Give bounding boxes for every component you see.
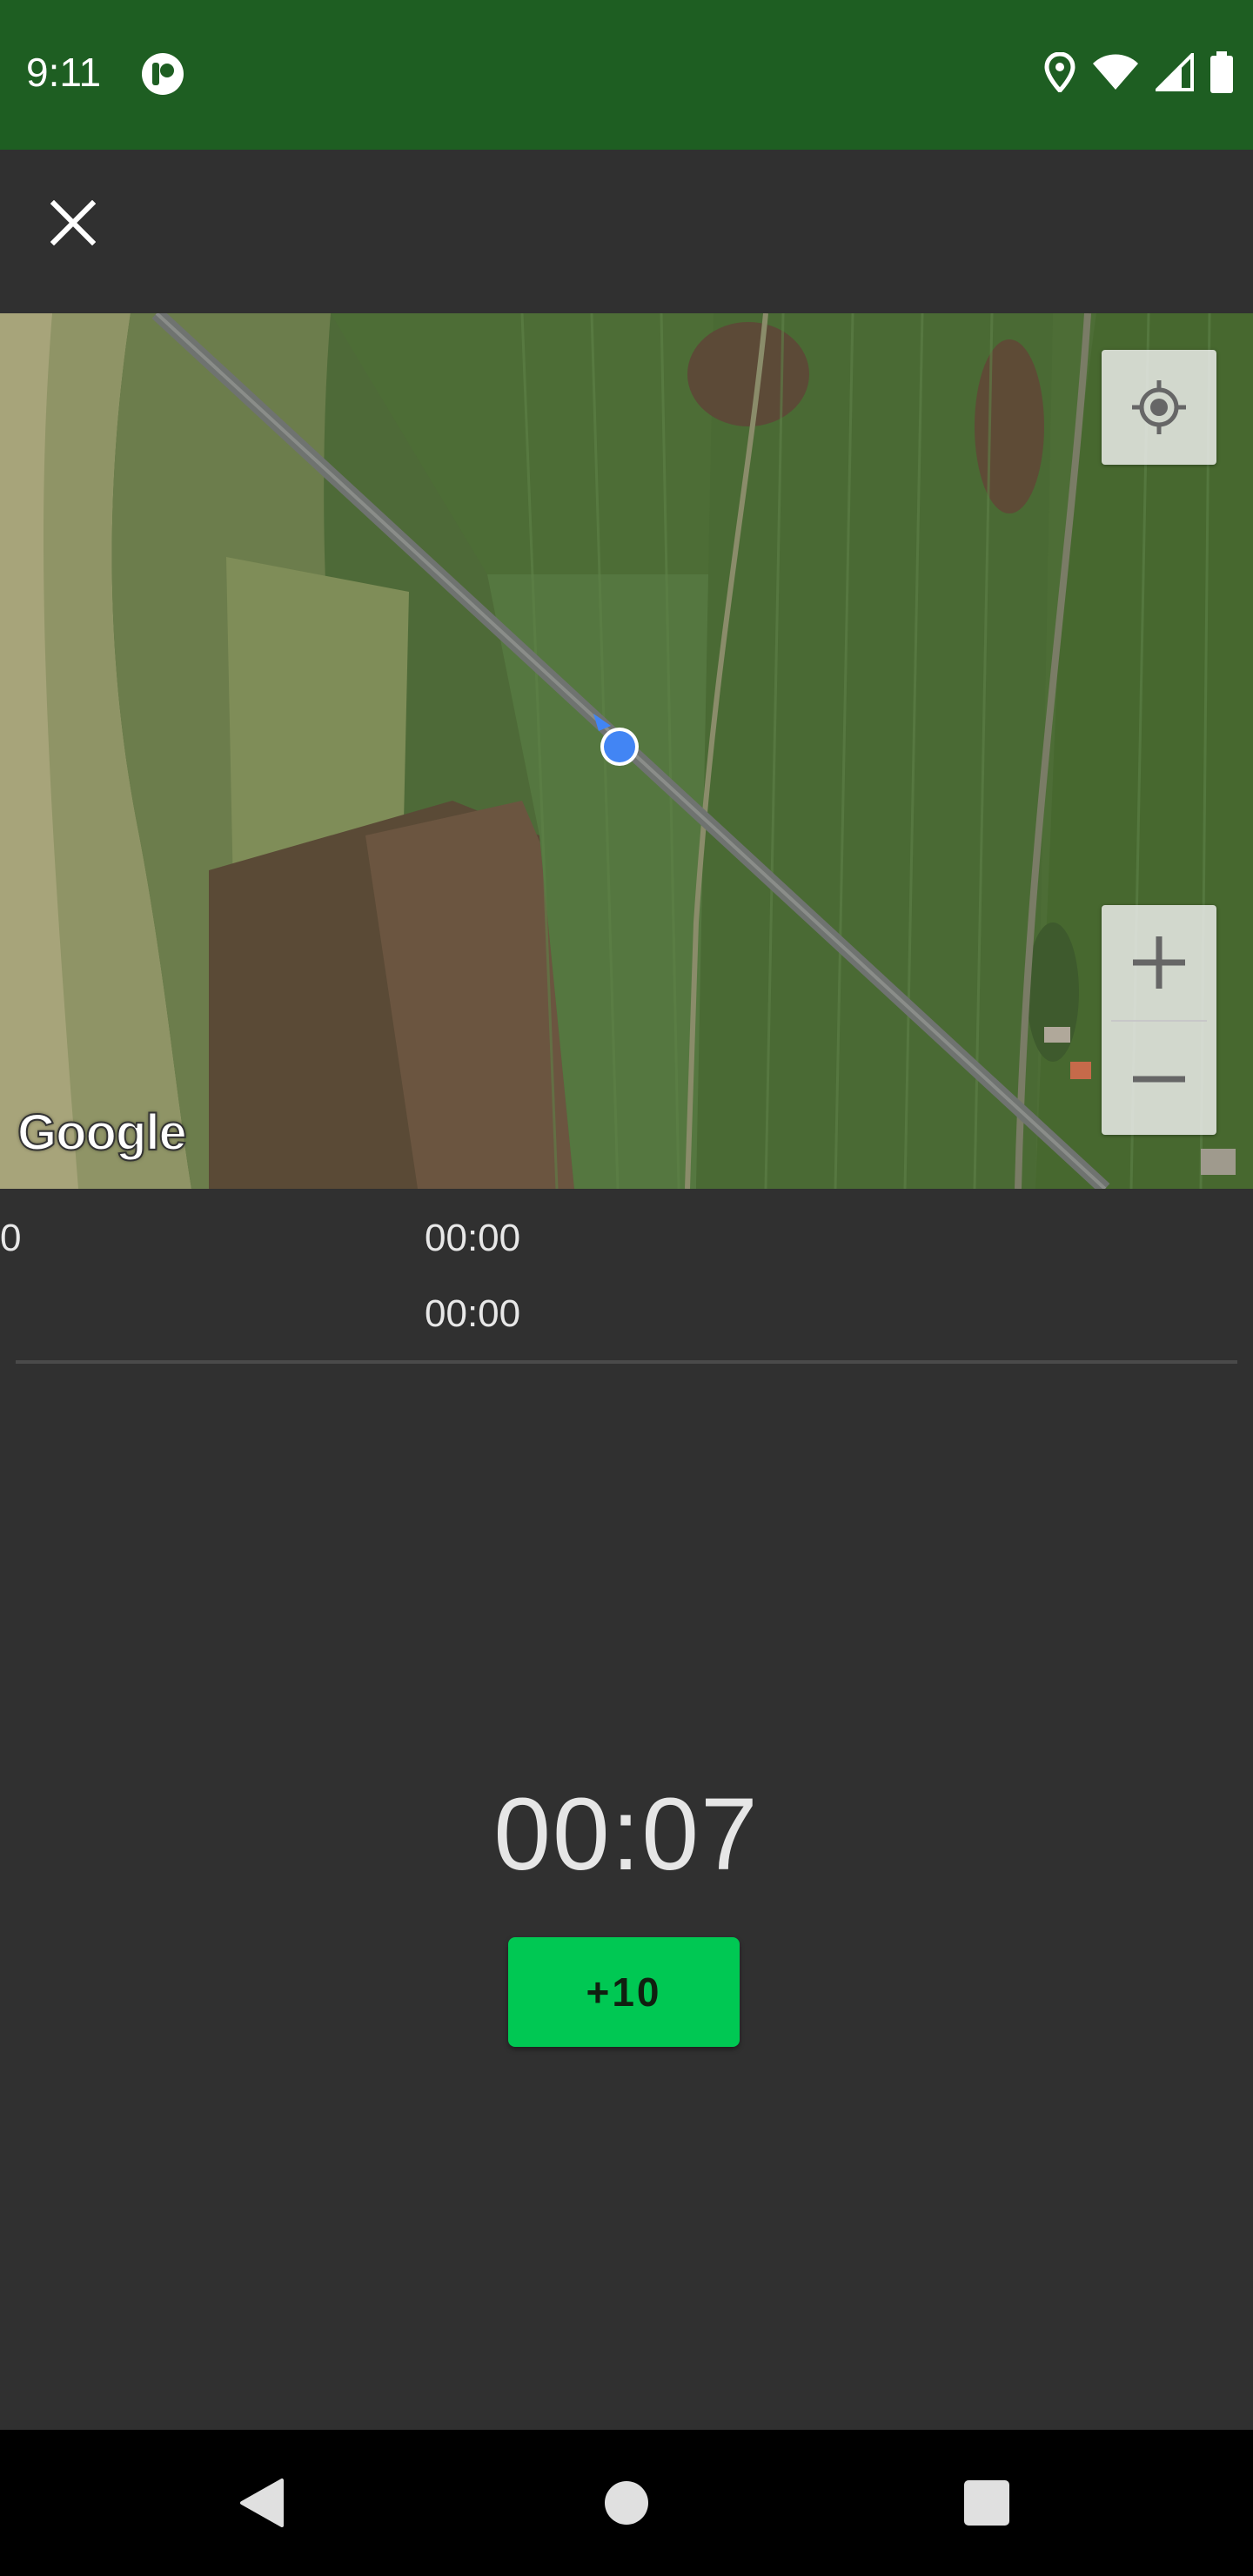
back-triangle-icon [240,2479,284,2527]
recents-square-icon [964,2480,1009,2526]
close-icon [50,200,96,245]
zoom-controls [1102,905,1216,1135]
status-time: 9:11 [26,50,102,95]
zoom-in-button[interactable] [1102,905,1216,1020]
info-time-1: 00:00 [425,1217,521,1259]
navigation-bar [0,2430,1253,2576]
status-bar: 9:11 [0,0,1253,150]
add-ten-seconds-button[interactable]: +10 [508,1937,740,2047]
home-circle-icon [605,2481,648,2525]
my-location-icon [1132,380,1186,434]
divider [16,1360,1237,1364]
google-attribution: Google [17,1104,188,1162]
app-notification-icon [141,52,184,96]
zoom-out-button[interactable] [1102,1022,1216,1137]
my-location-button[interactable] [1102,350,1216,465]
info-time-2: 00:00 [425,1292,521,1335]
home-button[interactable] [583,2459,670,2546]
map-view[interactable]: Google [0,313,1253,1189]
battery-icon [1209,50,1234,97]
toolbar [0,150,1253,313]
status-icons [1044,50,1234,97]
wifi-icon [1091,53,1140,96]
info-left-value: 0 [0,1217,22,1259]
close-button[interactable] [35,184,111,261]
current-location-marker [593,714,639,766]
countdown-timer: 00:07 [493,1777,760,1892]
plus-icon [1133,936,1185,989]
recents-button[interactable] [943,2459,1030,2546]
back-button[interactable] [218,2459,305,2546]
minus-icon [1133,1076,1185,1083]
location-icon [1044,50,1075,97]
signal-icon [1153,50,1194,96]
